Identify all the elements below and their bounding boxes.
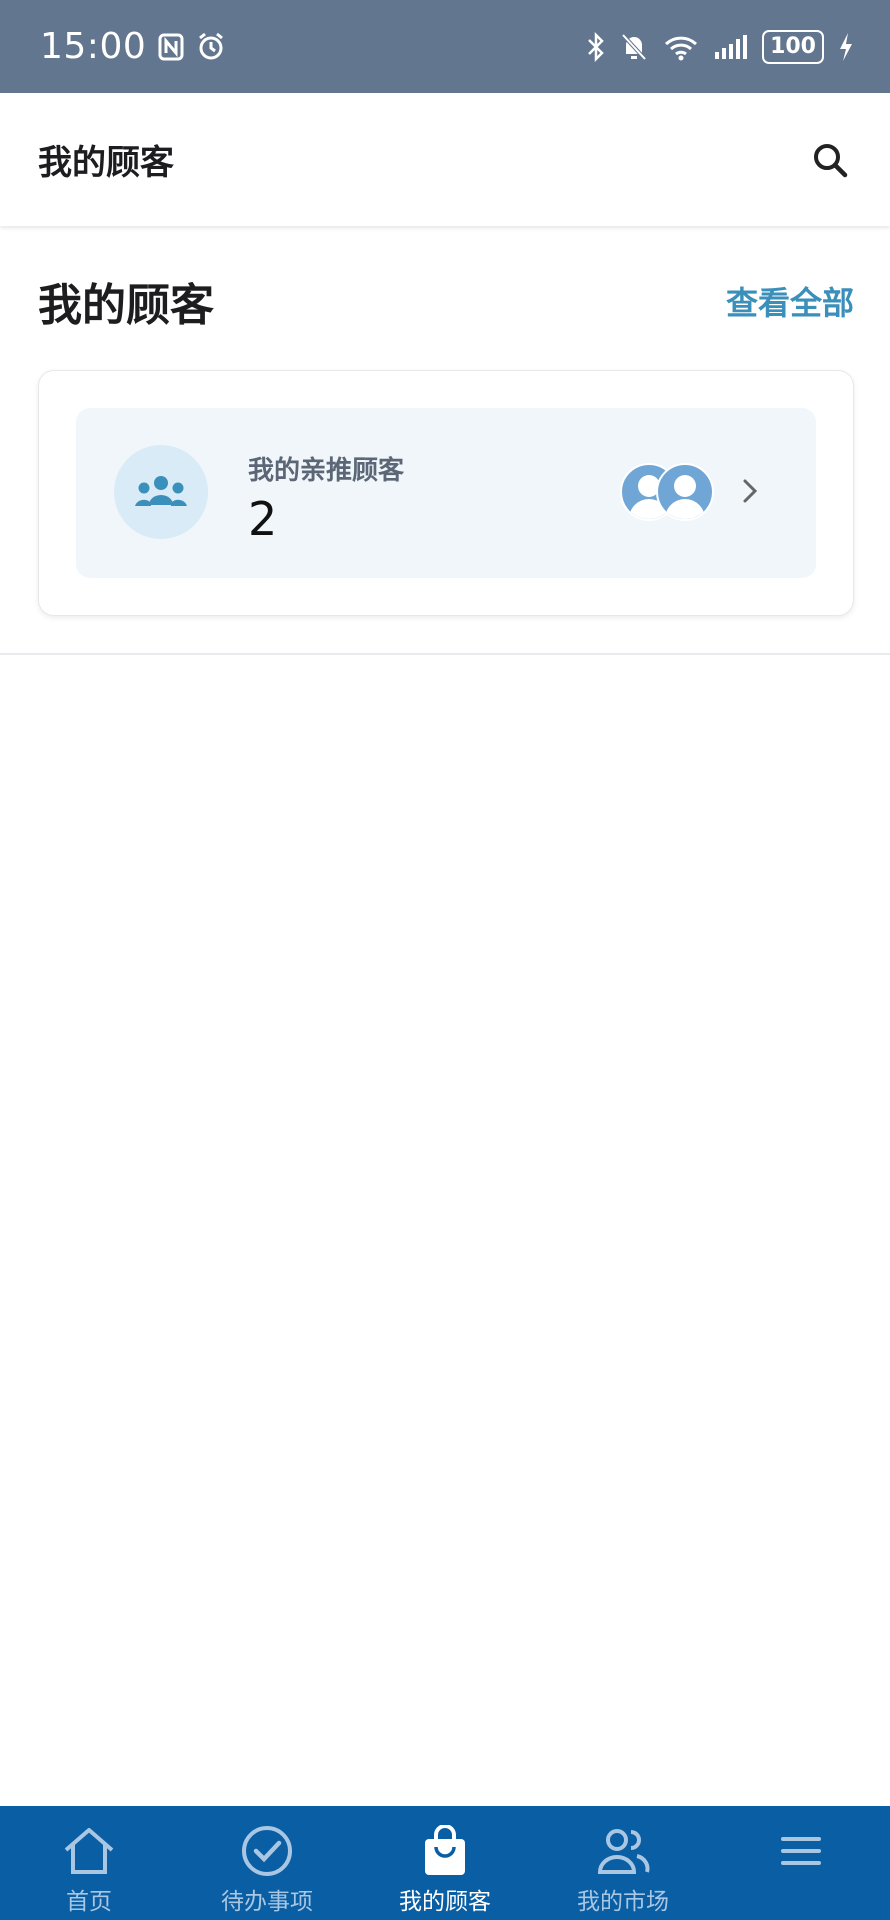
alarm-icon <box>196 32 226 62</box>
recommended-customers-label: 我的亲推顾客 <box>248 456 405 486</box>
nav-label-todo: 待办事项 <box>221 1889 313 1915</box>
divider <box>0 653 890 655</box>
menu-icon <box>779 1824 823 1878</box>
nav-label-my-market: 我的市场 <box>577 1889 669 1915</box>
nav-label-my-customers: 我的顾客 <box>399 1889 491 1915</box>
nav-item-my-market[interactable]: 我的市场 <box>534 1806 712 1920</box>
search-icon[interactable] <box>806 136 854 184</box>
nav-item-todo[interactable]: 待办事项 <box>178 1806 356 1920</box>
nav-item-menu[interactable] <box>712 1806 890 1920</box>
battery-level: 100 <box>770 33 816 59</box>
status-bar: 15:00 100 <box>0 0 890 93</box>
page-title: 我的顾客 <box>38 143 174 183</box>
section-header: 我的顾客 查看全部 <box>38 268 854 334</box>
avatar <box>656 463 714 521</box>
people-icon <box>595 1824 651 1878</box>
recommended-customers-row[interactable]: 我的亲推顾客 2 <box>76 408 816 578</box>
bottom-nav: 首页 待办事项 我的顾客 我的市场 <box>0 1806 890 1920</box>
battery-icon: 100 <box>762 29 824 64</box>
section-title: 我的顾客 <box>38 280 214 331</box>
nav-item-home[interactable]: 首页 <box>0 1806 178 1920</box>
app-bar: 我的顾客 <box>0 93 890 226</box>
bluetooth-icon <box>586 31 606 62</box>
nav-label-home: 首页 <box>66 1889 112 1915</box>
mute-icon <box>620 32 648 62</box>
group-icon <box>114 445 208 539</box>
chevron-right-icon <box>740 476 760 510</box>
status-time: 15:00 <box>40 26 147 67</box>
recommended-customers-count: 2 <box>248 492 278 546</box>
check-circle-icon <box>240 1824 294 1878</box>
customer-avatars <box>620 463 720 523</box>
customer-card: 我的亲推顾客 2 <box>38 370 854 616</box>
charging-icon <box>838 32 854 62</box>
signal-icon <box>714 34 748 60</box>
nav-item-my-customers[interactable]: 我的顾客 <box>356 1806 534 1920</box>
nfc-icon <box>158 33 184 61</box>
wifi-icon <box>662 32 700 62</box>
home-icon <box>62 1824 116 1878</box>
shopping-bag-icon <box>421 1824 469 1878</box>
view-all-link[interactable]: 查看全部 <box>726 278 854 324</box>
